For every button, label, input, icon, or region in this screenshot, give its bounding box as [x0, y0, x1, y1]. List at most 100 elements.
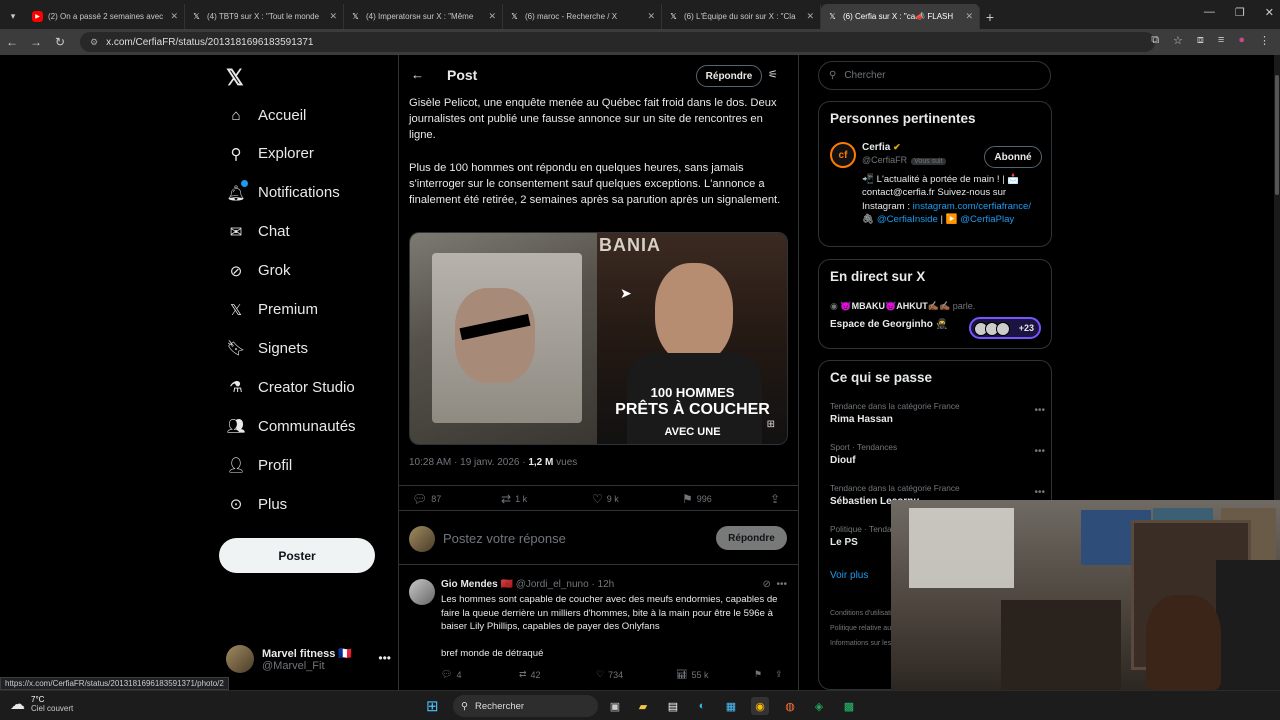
sidebar-item-explorer[interactable]: ⚲ Explorer	[226, 144, 314, 164]
tab-search-button[interactable]: ▾	[0, 4, 26, 29]
minimize-icon[interactable]: —	[1204, 6, 1215, 19]
new-tab-button[interactable]: +	[980, 4, 1000, 29]
gif-icon[interactable]: ⊞	[767, 419, 775, 430]
following-button[interactable]: Abonné	[984, 146, 1042, 168]
close-window-icon[interactable]: ✕	[1265, 6, 1274, 19]
reply-button[interactable]: Répondre	[696, 65, 762, 87]
account-switcher[interactable]: Marvel fitness 🇫🇷 @Marvel_Fit •••	[226, 645, 391, 673]
chrome-icon[interactable]: ◉	[751, 697, 769, 715]
post-views-label: vues	[556, 457, 578, 468]
sidebar-item-accueil[interactable]: ⌂ Accueil	[226, 105, 306, 125]
post-time: 10:28 AM · 19 janv. 2026 ·	[409, 457, 526, 468]
more-icon[interactable]: •••	[1034, 446, 1045, 457]
browser-tab[interactable]: 𝕏 (6) L'Équipe du soir sur X : "Cla ✕	[662, 4, 821, 29]
weather-condition: Ciel couvert	[31, 704, 74, 713]
close-tab-icon[interactable]: ✕	[647, 11, 655, 22]
more-icon[interactable]: •••	[1034, 487, 1045, 498]
avatar[interactable]	[409, 579, 435, 605]
reply-bookmark-action[interactable]: ⚑	[754, 669, 762, 680]
repost-action[interactable]: ⇄ 1 k	[501, 492, 527, 506]
close-tab-icon[interactable]: ✕	[488, 11, 496, 22]
edge-icon[interactable]: ◐	[693, 697, 711, 715]
browser-tab[interactable]: 𝕏 (4) Imperatorsн sur X : "Même ✕	[344, 4, 503, 29]
browser-tab[interactable]: 𝕏 (6) maroc - Recherche / X ✕	[503, 4, 662, 29]
extensions-icon[interactable]: ⧈	[1197, 34, 1204, 47]
bookmark-action[interactable]: ⚑ 996	[682, 492, 712, 506]
sidebar-item-signets[interactable]: 🔖︎ Signets	[226, 338, 308, 358]
app-icon[interactable]: ◈	[810, 697, 828, 715]
notepad-icon[interactable]: ▤	[664, 697, 682, 715]
like-action[interactable]: ♡ 9 k	[592, 492, 619, 506]
store-icon[interactable]: ▦	[722, 697, 740, 715]
back-icon[interactable]: ←	[0, 35, 24, 49]
sidebar-item-creator-studio[interactable]: ⚗ Creator Studio	[226, 377, 354, 397]
user-name[interactable]: Cerfia ✔	[862, 142, 901, 153]
profile-icon[interactable]: ●	[1238, 34, 1245, 47]
close-tab-icon[interactable]: ✕	[806, 11, 814, 22]
instagram-link[interactable]: instagram.com/cerfiafrance/	[913, 201, 1031, 212]
sidebar-item-profil[interactable]: 👤︎ Profil	[226, 455, 292, 475]
taskbar-search[interactable]: ⚲ Rechercher	[453, 695, 598, 717]
reply-like-action[interactable]: ♡ 734	[596, 669, 623, 680]
sidebar-item-plus[interactable]: ⊙ Plus	[226, 494, 287, 514]
media-icon[interactable]: ≡	[1218, 34, 1224, 47]
restore-icon[interactable]: ❐	[1235, 6, 1245, 19]
task-view-icon[interactable]: ▣	[606, 697, 624, 715]
reply-share-action[interactable]: ⇪	[775, 669, 783, 680]
trend-item[interactable]: Sport · Tendances Diouf •••	[830, 442, 1045, 466]
x-icon: 𝕏	[511, 12, 518, 21]
live-spaces-card[interactable]: En direct sur X ◉ 😈MBAKU😈AHKUT✍🏾✍🏾 parle…	[818, 259, 1052, 349]
listeners-pill[interactable]: +23	[969, 317, 1041, 339]
reply-action[interactable]: 💬︎ 87	[412, 492, 441, 506]
media-image-left[interactable]	[410, 233, 598, 444]
reply-author[interactable]: Gio Mendes 🇲🇦	[441, 579, 513, 590]
search-input[interactable]: ⚲ Chercher	[818, 61, 1051, 90]
browser-tab[interactable]: 𝕏 (6) Cerfia sur X : "ca📣 FLASH ✕	[821, 4, 980, 29]
grok-icon[interactable]: ⊘	[763, 579, 771, 590]
reply-views-action[interactable]: 📊︎ 55 k	[676, 669, 708, 680]
reply-comment-action[interactable]: 💬︎ 4	[441, 669, 461, 680]
more-icon[interactable]: •••	[378, 651, 391, 665]
site-info-icon[interactable]: ⚙	[90, 37, 98, 48]
cerfia-play-link[interactable]: @CerfiaPlay	[960, 214, 1014, 225]
address-bar[interactable]: ⚙ x.com/CerfiaFR/status/2013181696183591…	[80, 32, 1155, 52]
trend-name: Rima Hassan	[830, 414, 893, 425]
cerfia-inside-link[interactable]: @CerfiaInside	[877, 214, 938, 225]
menu-icon[interactable]: ⋮	[1259, 34, 1270, 47]
windows-start-icon[interactable]: ⊞	[426, 697, 439, 715]
close-tab-icon[interactable]: ✕	[965, 11, 973, 22]
trend-item[interactable]: Tendance dans la catégorie France Rima Ha…	[830, 401, 1045, 425]
app-icon[interactable]: ▩	[840, 697, 858, 715]
share-action[interactable]: ⇪	[770, 492, 780, 506]
reply-repost-action[interactable]: ⇄ 42	[519, 669, 541, 680]
forward-icon[interactable]: →	[24, 35, 48, 49]
x-logo-icon[interactable]: 𝕏	[226, 65, 244, 91]
back-arrow-icon[interactable]: ←	[411, 67, 424, 82]
sidebar-item-communaut-s[interactable]: 👥︎ Communautés	[226, 416, 355, 436]
avatar[interactable]: cf	[830, 142, 856, 168]
reply-item[interactable]: Gio Mendes 🇲🇦 @Jordi_el_nuno · 12h ⊘ •••…	[399, 571, 799, 690]
sidebar-item-notifications[interactable]: 🔔︎ Notifications	[226, 179, 340, 203]
submit-reply-button[interactable]: Répondre	[716, 526, 787, 550]
install-icon[interactable]: ⧉	[1151, 34, 1159, 47]
firefox-icon[interactable]: ◍	[781, 697, 799, 715]
more-icon[interactable]: •••	[776, 579, 787, 590]
sidebar-item-chat[interactable]: ✉ Chat	[226, 222, 290, 242]
media-image-right[interactable]: BANIA 100 HOMMES PRÊTS À COUCHER AVEC UN…	[597, 233, 787, 444]
sidebar-item-premium[interactable]: 𝕏 Premium	[226, 300, 318, 320]
post-button[interactable]: Poster	[219, 538, 375, 573]
star-icon[interactable]: ☆	[1173, 34, 1183, 47]
post-media[interactable]: BANIA 100 HOMMES PRÊTS À COUCHER AVEC UN…	[409, 232, 788, 445]
settings-sliders-icon[interactable]: ⚟	[768, 68, 778, 81]
browser-tab[interactable]: ▶ (2) On a passé 2 semaines avec ✕	[26, 4, 185, 29]
more-icon[interactable]: •••	[1034, 405, 1045, 416]
sidebar-item-grok[interactable]: ⊘ Grok	[226, 261, 291, 281]
close-tab-icon[interactable]: ✕	[170, 11, 178, 22]
weather-widget[interactable]: ☁ 7°C Ciel couvert	[10, 695, 73, 713]
show-more-link[interactable]: Voir plus	[830, 570, 868, 581]
close-tab-icon[interactable]: ✕	[329, 11, 337, 22]
reload-icon[interactable]: ↻	[48, 35, 72, 49]
reply-input[interactable]: Postez votre réponse	[443, 531, 566, 546]
browser-tab[interactable]: 𝕏 (4) TBT9 sur X : "Tout le monde ✕	[185, 4, 344, 29]
file-explorer-icon[interactable]: ▰	[634, 697, 652, 715]
